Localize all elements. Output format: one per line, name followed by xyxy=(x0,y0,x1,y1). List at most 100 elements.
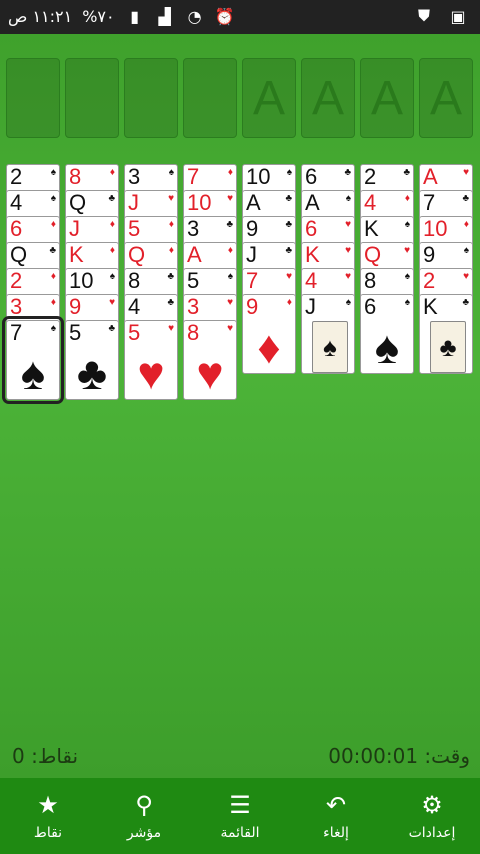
card-rank: J xyxy=(246,242,257,267)
card-rank: 7 xyxy=(187,164,200,189)
card-suit-corner: ♦ xyxy=(227,167,233,178)
card-suit-corner: ♦ xyxy=(109,245,115,256)
free-cell-4[interactable] xyxy=(183,58,237,138)
card-rank: 7 xyxy=(246,268,259,293)
card-rank: 3 xyxy=(10,294,23,319)
nav-points-button[interactable]: ★ نقاط xyxy=(8,791,88,841)
card-suit-corner: ♣ xyxy=(285,245,292,256)
card-suit-corner: ♦ xyxy=(227,245,233,256)
foundation-1[interactable]: A xyxy=(242,58,296,138)
image-icon: ▣ xyxy=(450,6,466,26)
card-rank: K xyxy=(423,294,438,319)
card-suit-corner: ♠ xyxy=(50,167,56,178)
card-suit-corner: ♣ xyxy=(49,245,56,256)
card-suit-corner: ♠ xyxy=(404,297,410,308)
card-rank: 4 xyxy=(305,268,318,293)
card-rank: 4 xyxy=(128,294,141,319)
card-suit-corner: ♣ xyxy=(108,323,115,334)
playing-card[interactable]: 5 ♥ ♥ xyxy=(124,320,178,400)
alarm-icon: ⏰ xyxy=(214,6,235,26)
card-suit-corner: ♥ xyxy=(463,167,469,178)
card-rank: 6 xyxy=(10,216,23,241)
status-left: ١١:٢١ ص %٧٠ ▮ ▟ ◔ ⏰ xyxy=(8,6,235,26)
card-rank: K xyxy=(364,216,379,241)
court-figure-icon: ♣ xyxy=(430,321,466,373)
nav-menu-button[interactable]: ☰ القائمة xyxy=(200,791,280,841)
game-table: A A A A نقاط: 0 وقت: 00:00:01 2 ♠ 4 ♠ 6 ♦ Q ♣ 2 ♦… xyxy=(0,34,480,778)
free-cell-2[interactable] xyxy=(65,58,119,138)
card-suit-corner: ♦ xyxy=(50,219,56,230)
playing-card[interactable]: 9 ♦ ♦ xyxy=(242,294,296,374)
nav-settings-button[interactable]: ⚙ إعدادات xyxy=(392,791,472,841)
card-suit-corner: ♠ xyxy=(50,193,56,204)
card-suit-corner: ♥ xyxy=(109,297,115,308)
card-suit-corner: ♥ xyxy=(227,193,233,204)
card-rank: Q xyxy=(10,242,28,267)
card-rank: 7 xyxy=(10,320,23,345)
status-time: ١١:٢١ ص xyxy=(8,6,73,26)
playing-card[interactable]: K ♣ ♣ xyxy=(419,294,473,374)
foundation-4[interactable]: A xyxy=(419,58,473,138)
card-rank: 4 xyxy=(364,190,377,215)
card-suit-corner: ♦ xyxy=(404,193,410,204)
playing-card[interactable]: J ♠ ♠ xyxy=(301,294,355,374)
card-rank: 8 xyxy=(187,320,200,345)
card-rank: 5 xyxy=(187,268,200,293)
card-rank: A xyxy=(246,190,261,215)
card-suit-corner: ♠ xyxy=(50,323,56,334)
card-rank: 3 xyxy=(187,216,200,241)
free-cell-1[interactable] xyxy=(6,58,60,138)
card-suit-corner: ♣ xyxy=(403,167,410,178)
nav-undo-button[interactable]: ↶ إلغاء xyxy=(296,791,376,841)
nav-hint-button[interactable]: ⚲ مؤشر xyxy=(104,791,184,841)
free-cell-3[interactable] xyxy=(124,58,178,138)
menu-icon: ☰ xyxy=(229,791,251,819)
card-rank: 5 xyxy=(128,216,141,241)
card-suit-corner: ♦ xyxy=(50,271,56,282)
card-suit-corner: ♣ xyxy=(462,297,469,308)
foundation-3[interactable]: A xyxy=(360,58,414,138)
card-rank: 10 xyxy=(187,190,212,215)
card-rank: 6 xyxy=(305,216,318,241)
card-rank: 8 xyxy=(364,268,377,293)
card-suit-corner: ♠ xyxy=(345,193,351,204)
card-rank: 2 xyxy=(423,268,436,293)
card-rank: A xyxy=(305,190,320,215)
court-figure-icon: ♠ xyxy=(312,321,348,373)
playing-card[interactable]: 7 ♠ ♠ xyxy=(2,316,64,404)
card-rank: J xyxy=(305,294,316,319)
playing-card[interactable]: 6 ♠ ♠ xyxy=(360,294,414,374)
card-suit-corner: ♠ xyxy=(109,271,115,282)
card-rank: 9 xyxy=(69,294,82,319)
status-right: ⛊ ▣ xyxy=(414,6,468,26)
bottom-nav: ★ نقاط ⚲ مؤشر ☰ القائمة ↶ إلغاء ⚙ إعدادا… xyxy=(0,778,480,854)
playing-card[interactable]: 5 ♣ ♣ xyxy=(65,320,119,400)
card-suit-corner: ♦ xyxy=(168,219,174,230)
card-rank: 8 xyxy=(128,268,141,293)
card-suit-center: ♦ xyxy=(257,321,281,373)
card-rank: 6 xyxy=(305,164,318,189)
shield-icon: ⛊ xyxy=(417,6,430,25)
card-suit-corner: ♣ xyxy=(462,193,469,204)
card-rank: 4 xyxy=(10,190,23,215)
card-rank: 3 xyxy=(128,164,141,189)
card-rank: 10 xyxy=(69,268,94,293)
card-rank: K xyxy=(305,242,320,267)
card-suit-center: ♠ xyxy=(374,321,400,373)
card-suit-corner: ♥ xyxy=(227,297,233,308)
card-rank: 3 xyxy=(187,294,200,319)
battery-level: %٧٠ xyxy=(82,6,115,26)
card-rank: 7 xyxy=(423,190,436,215)
nav-label: القائمة xyxy=(220,825,260,841)
card-suit-corner: ♠ xyxy=(345,297,351,308)
card-rank: J xyxy=(69,216,80,241)
card-rank: 9 xyxy=(246,294,259,319)
card-suit-corner: ♣ xyxy=(226,219,233,230)
foundation-2[interactable]: A xyxy=(301,58,355,138)
score-label: نقاط: 0 xyxy=(12,744,79,768)
search-icon: ⚲ xyxy=(135,791,153,819)
playing-card[interactable]: 8 ♥ ♥ xyxy=(183,320,237,400)
card-suit-corner: ♥ xyxy=(345,219,351,230)
nav-label: مؤشر xyxy=(126,825,162,841)
card-suit-corner: ♣ xyxy=(285,193,292,204)
